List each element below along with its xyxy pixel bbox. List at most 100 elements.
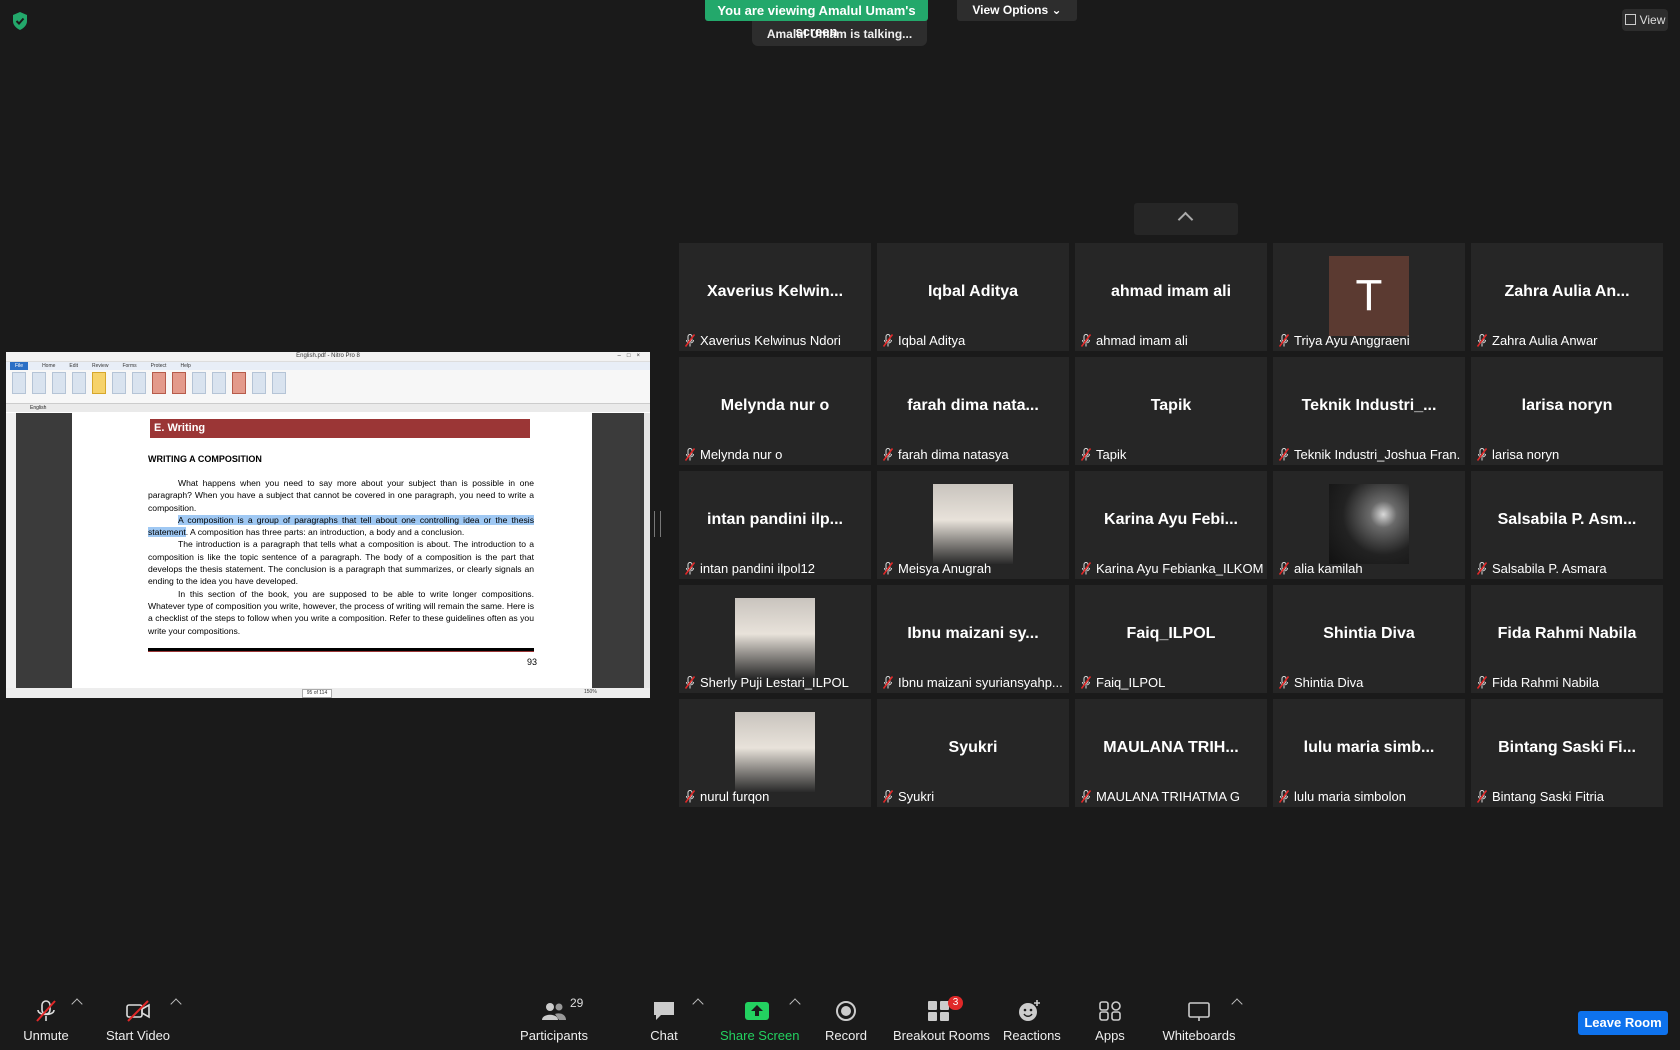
muted-microphone-icon <box>883 562 893 575</box>
muted-microphone-icon <box>1279 562 1289 575</box>
participant-display-name: Iqbal Aditya <box>927 283 1019 300</box>
participant-tile[interactable]: Shintia Diva Shintia Diva <box>1273 585 1465 693</box>
muted-microphone-icon <box>883 676 893 689</box>
chevron-up-icon <box>1231 998 1243 1010</box>
participant-display-name: lulu maria simb... <box>1303 739 1435 756</box>
apps-button[interactable]: Apps <box>1093 982 1127 1050</box>
participant-display-name: Shintia Diva <box>1323 625 1415 642</box>
audio-options-caret[interactable] <box>71 982 83 1050</box>
participant-name-label: Shintia Diva <box>1279 675 1461 691</box>
participant-tile[interactable]: Syukri Syukri <box>877 699 1069 807</box>
video-options-caret[interactable] <box>170 982 182 1050</box>
participant-display-name: Fida Rahmi Nabila <box>1497 625 1637 642</box>
avatar <box>1329 484 1409 564</box>
participant-name-label: Tapik <box>1081 447 1263 463</box>
muted-microphone-icon <box>1081 334 1091 347</box>
participant-name-label: MAULANA TRIHATMA G <box>1081 789 1263 805</box>
encryption-shield-icon[interactable] <box>10 11 30 31</box>
participant-tile[interactable]: farah dima nata... farah dima natasya <box>877 357 1069 465</box>
to-word-icon <box>192 372 206 394</box>
muted-microphone-icon <box>1477 334 1487 347</box>
share-screen-button[interactable]: Share Screen <box>720 982 800 1050</box>
participant-tile[interactable]: intan pandini ilp... intan pandini ilpol1… <box>679 471 871 579</box>
participant-tile[interactable]: Karina Ayu Febi... Karina Ayu Febianka_IL… <box>1075 471 1267 579</box>
menu-item-help: Help <box>180 363 191 369</box>
chevron-up-icon <box>1177 211 1194 228</box>
leave-room-button[interactable]: Leave Room <box>1578 1011 1668 1035</box>
participants-icon <box>542 1003 566 1020</box>
participant-tile[interactable]: alia kamilah <box>1273 471 1465 579</box>
muted-microphone-icon <box>1279 790 1289 803</box>
start-video-button[interactable]: Start Video <box>104 982 172 1050</box>
participant-name-label: Zahra Aulia Anwar <box>1477 333 1659 349</box>
breakout-rooms-button[interactable]: 3 Breakout Rooms <box>893 982 990 1050</box>
video-off-icon <box>126 1000 150 1022</box>
participant-tile[interactable]: Ibnu maizani sy... Ibnu maizani syuriansy… <box>877 585 1069 693</box>
participant-tile[interactable]: Bintang Saski Fi... Bintang Saski Fitria <box>1471 699 1663 807</box>
participant-tile[interactable]: Xaverius Kelwin... Xaverius Kelwinus Ndor… <box>679 243 871 351</box>
participant-tile[interactable]: Iqbal Aditya Iqbal Aditya <box>877 243 1069 351</box>
menu-item-edit: Edit <box>69 363 79 369</box>
menu-item-review: Review <box>92 363 109 369</box>
participant-tile[interactable]: Teknik Industri_... Teknik Industri_Joshu… <box>1273 357 1465 465</box>
participant-display-name: larisa noryn <box>1521 397 1613 414</box>
participant-tile[interactable]: T Triya Ayu Anggraeni <box>1273 243 1465 351</box>
page-indicator: 95 of 114 <box>302 689 332 698</box>
muted-microphone-icon <box>1477 562 1487 575</box>
participant-tile[interactable]: Salsabila P. Asm... Salsabila P. Asmara <box>1471 471 1663 579</box>
participants-count: 29 <box>570 996 584 1010</box>
participant-name-label: lulu maria simbolon <box>1279 789 1461 805</box>
participant-tile[interactable]: ahmad imam ali ahmad imam ali <box>1075 243 1267 351</box>
split-view-handle[interactable] <box>654 511 661 537</box>
unmute-button[interactable]: Unmute <box>18 982 74 1050</box>
to-image-icon <box>252 372 266 394</box>
meeting-toolbar: Unmute Start Video 29 Participants Chat … <box>0 982 1680 1050</box>
participant-tile[interactable]: larisa noryn larisa noryn <box>1471 357 1663 465</box>
paragraph-3: The introduction is a paragraph that tel… <box>148 539 534 587</box>
gallery-collapse-button[interactable] <box>1134 203 1238 235</box>
participant-tile[interactable]: Zahra Aulia An... Zahra Aulia Anwar <box>1471 243 1663 351</box>
muted-microphone-icon <box>685 448 695 461</box>
chevron-up-icon <box>789 998 801 1010</box>
whiteboards-button[interactable]: Whiteboards <box>1162 982 1236 1050</box>
smiley-plus-icon <box>1019 1000 1040 1021</box>
muted-microphone-icon <box>36 1000 56 1022</box>
participant-tile[interactable]: Faiq_ILPOL Faiq_ILPOL <box>1075 585 1267 693</box>
page-number: 93 <box>527 657 538 667</box>
muted-microphone-icon <box>1081 790 1091 803</box>
participant-display-name: ahmad imam ali <box>1110 283 1232 300</box>
participant-tile[interactable]: Sherly Puji Lestari_ILPOL <box>679 585 871 693</box>
participant-name-label: Syukri <box>883 789 1065 805</box>
to-other-icon <box>272 372 286 394</box>
whiteboard-icon <box>1188 1002 1210 1021</box>
participant-tile[interactable]: nurul furqon <box>679 699 871 807</box>
participant-name-label: Sherly Puji Lestari_ILPOL <box>685 675 867 691</box>
participant-tile[interactable]: Meisya Anugrah <box>877 471 1069 579</box>
window-controls-icon: –□× <box>617 353 646 359</box>
view-button[interactable]: View <box>1622 9 1668 31</box>
hand-tool-icon <box>12 372 26 394</box>
chat-button[interactable]: Chat <box>648 982 680 1050</box>
paragraph-1: What happens when you need to say more a… <box>148 478 534 513</box>
whiteboard-options-caret[interactable] <box>1231 982 1243 1050</box>
chat-options-caret[interactable] <box>692 982 704 1050</box>
chevron-up-icon <box>170 998 182 1010</box>
menu-item-file: File <box>10 362 29 370</box>
share-options-caret[interactable] <box>789 982 801 1050</box>
participant-display-name: Syukri <box>948 739 998 756</box>
participant-tile[interactable]: Fida Rahmi Nabila Fida Rahmi Nabila <box>1471 585 1663 693</box>
record-button[interactable]: Record <box>822 982 870 1050</box>
muted-microphone-icon <box>883 790 893 803</box>
participant-tile[interactable]: Tapik Tapik <box>1075 357 1267 465</box>
participants-button[interactable]: 29 Participants <box>520 982 588 1050</box>
view-options-button[interactable]: View Options ⌄ <box>957 0 1077 21</box>
select-tool-icon <box>92 372 106 394</box>
participant-tile[interactable]: MAULANA TRIH... MAULANA TRIHATMA G <box>1075 699 1267 807</box>
participant-name-label: Bintang Saski Fitria <box>1477 789 1659 805</box>
participant-tile[interactable]: lulu maria simb... lulu maria simbolon <box>1273 699 1465 807</box>
page-rule-accent <box>148 651 534 652</box>
reactions-button[interactable]: Reactions <box>1003 982 1061 1050</box>
muted-microphone-icon <box>1477 790 1487 803</box>
participant-tile[interactable]: Melynda nur o Melynda nur o <box>679 357 871 465</box>
chevron-down-icon: ⌄ <box>1051 3 1062 17</box>
